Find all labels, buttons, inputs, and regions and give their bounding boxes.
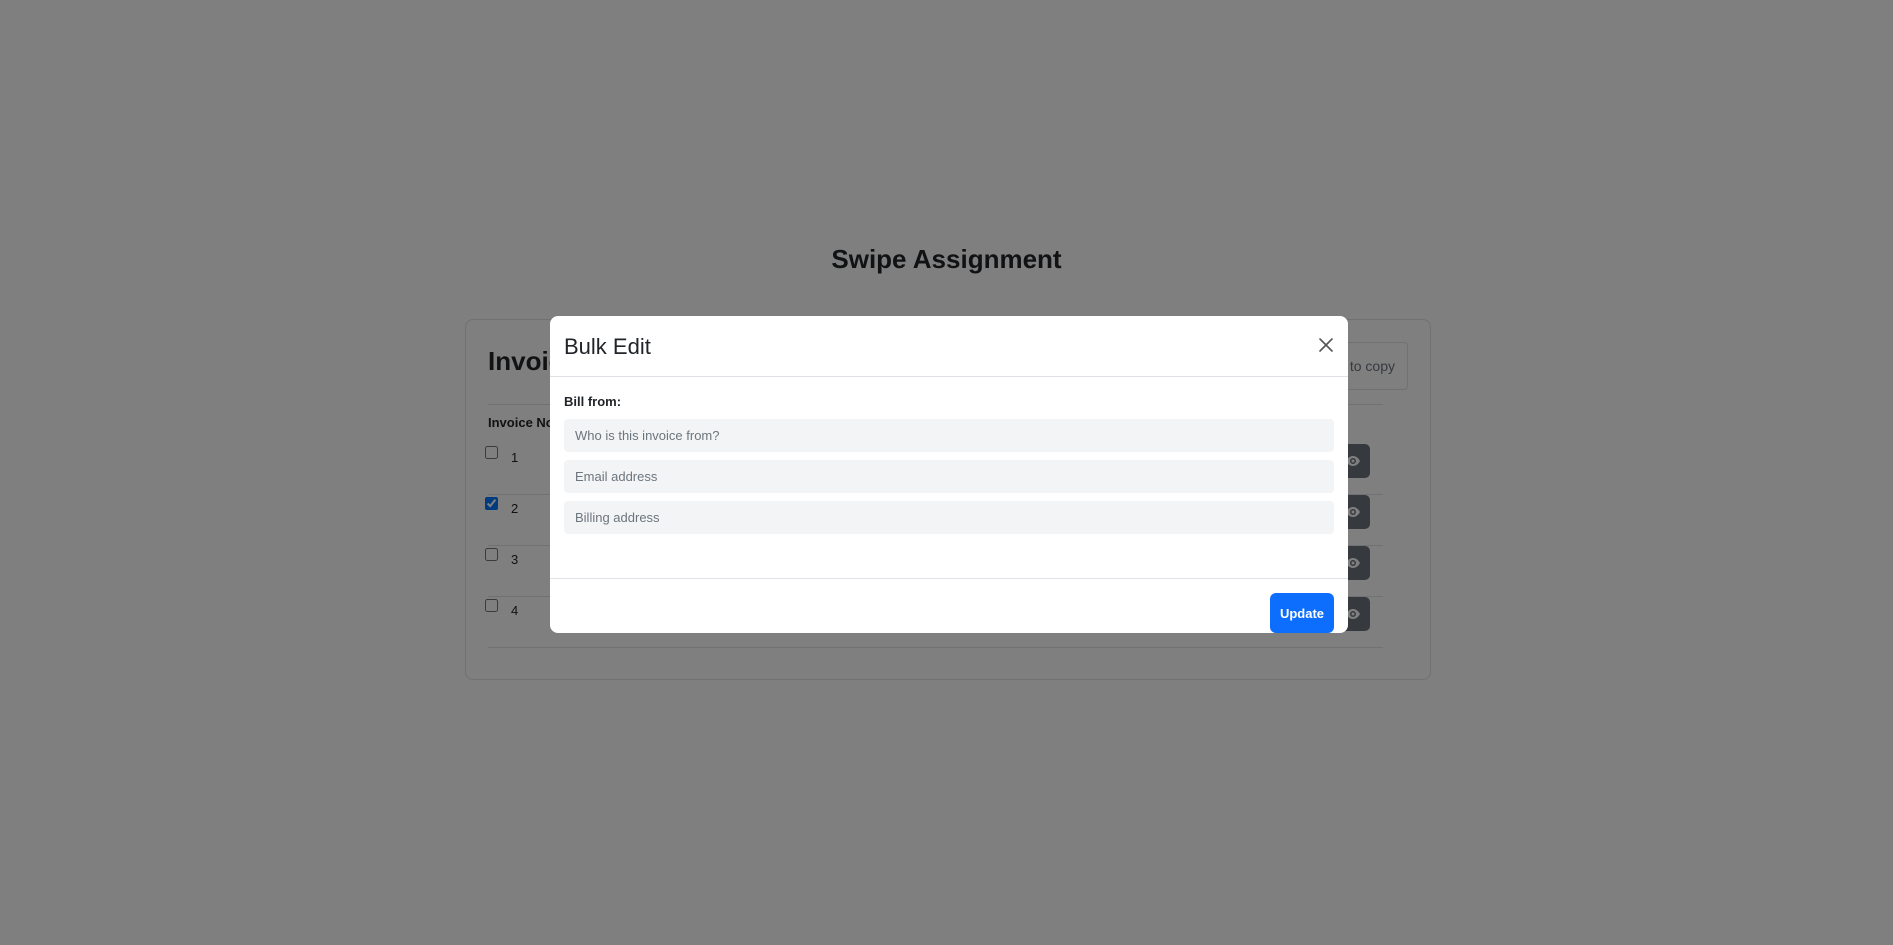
bill-from-address-input[interactable] [564, 501, 1334, 534]
update-button[interactable]: Update [1270, 593, 1334, 633]
page: Swipe Assignment Invoice List Click to c… [0, 0, 1893, 945]
bulk-edit-modal: Bulk Edit Bill from: Update [550, 316, 1348, 633]
bill-from-label: Bill from: [564, 394, 622, 409]
modal-title: Bulk Edit [564, 334, 651, 359]
modal-body: Bill from: [550, 377, 1348, 579]
close-icon [1319, 338, 1333, 352]
bill-from-name-input[interactable] [564, 419, 1334, 452]
modal-footer: Update [550, 579, 1348, 633]
close-button[interactable] [1314, 333, 1338, 357]
modal-header: Bulk Edit [550, 316, 1348, 377]
bill-from-email-input[interactable] [564, 460, 1334, 493]
